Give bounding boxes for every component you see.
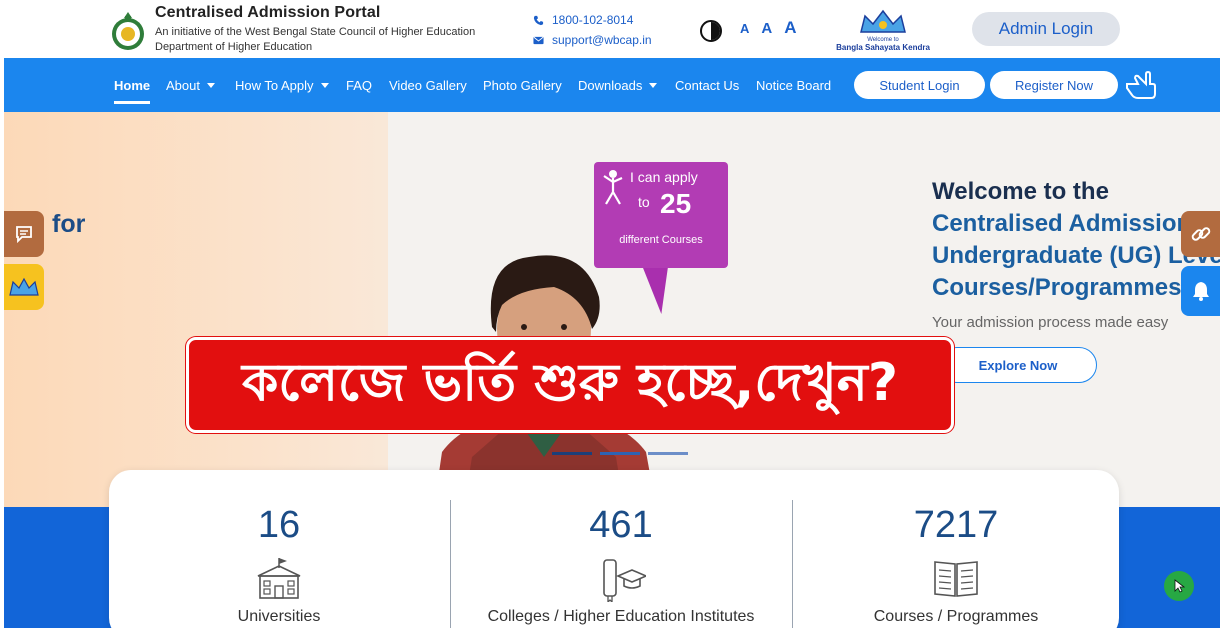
nav-notice-board[interactable]: Notice Board xyxy=(756,58,831,112)
graduate-figure-icon xyxy=(603,170,623,205)
phone-number: 1800-102-8014 xyxy=(552,13,634,27)
promo-badge: I can apply to 25 different Courses xyxy=(594,162,728,268)
stat-label: Colleges / Higher Education Institutes xyxy=(487,608,755,625)
badge-number: 25 xyxy=(660,188,692,219)
font-increase-button[interactable]: A xyxy=(784,18,796,38)
open-book-icon xyxy=(934,561,978,597)
explore-now-button[interactable]: Explore Now xyxy=(939,347,1097,383)
link-side-button[interactable] xyxy=(1181,211,1220,257)
nav-contact-us-label: Contact Us xyxy=(675,77,740,93)
carousel-indicators xyxy=(552,452,692,455)
nav-contact-us[interactable]: Contact Us xyxy=(675,58,739,112)
stat-value: 16 xyxy=(257,504,301,546)
nav-video-gallery-label: Video Gallery xyxy=(389,77,467,93)
nav-home-label: Home xyxy=(114,77,151,93)
register-now-button[interactable]: Register Now xyxy=(990,71,1118,99)
stat-value: 461 xyxy=(589,504,653,546)
stats-card: 16 Universities 461 Colleges / Higher Ed… xyxy=(109,470,1119,628)
carousel-dot[interactable] xyxy=(648,452,688,455)
nav-video-gallery[interactable]: Video Gallery xyxy=(389,58,467,112)
chevron-down-icon xyxy=(649,82,658,88)
phone-row[interactable]: 1800-102-8014 xyxy=(533,10,652,30)
cursor-arrow-icon xyxy=(1174,579,1185,593)
nav-photo-gallery-label: Photo Gallery xyxy=(483,77,562,93)
stat-label: Universities xyxy=(237,608,321,625)
portal-branding[interactable]: Centralised Admission Portal An initiati… xyxy=(155,4,475,53)
carousel-dot-active[interactable] xyxy=(600,452,640,455)
welcome-heading: Welcome to the Centralised Admission Und… xyxy=(932,178,1220,331)
stat-colleges: 461 Colleges / Higher Education Institut… xyxy=(451,470,791,628)
badge-line-2: to xyxy=(638,194,650,210)
university-building-icon xyxy=(257,558,301,599)
bsk-side-button[interactable] xyxy=(4,264,44,310)
badge-line-1: I can apply xyxy=(630,169,698,185)
hero-tagline: Your admission process made easy xyxy=(932,314,1169,331)
nav-how-to-apply-label: How To Apply xyxy=(235,77,314,93)
stat-courses: 7217 Courses / Programmes xyxy=(793,470,1119,628)
welcome-line-3: Undergraduate (UG) Level xyxy=(932,242,1220,269)
nav-home[interactable]: Home xyxy=(114,58,151,112)
nav-how-to-apply[interactable]: How To Apply xyxy=(235,58,329,112)
admission-banner: কলেজে ভর্তি শুরু হচ্ছে,দেখুন? xyxy=(186,337,954,433)
font-normal-button[interactable]: A xyxy=(761,20,772,37)
accessibility-hand-icon[interactable] xyxy=(1124,70,1158,100)
nav-faq-label: FAQ xyxy=(346,77,373,93)
welcome-line-1: Welcome to the xyxy=(932,178,1109,205)
bangla-sahayata-kendra-logo[interactable]: Welcome to Bangla Sahayata Kendra xyxy=(828,8,938,52)
portal-title: Centralised Admission Portal xyxy=(155,4,381,21)
bsk-crown-icon xyxy=(9,277,39,296)
admin-login-button[interactable]: Admin Login xyxy=(972,12,1120,46)
hero-section: for I can apply to 25 different Courses … xyxy=(4,112,1220,507)
email-row[interactable]: support@wbcap.in xyxy=(533,30,652,50)
contrast-toggle-icon[interactable] xyxy=(700,20,722,42)
link-chain-icon xyxy=(1191,227,1211,241)
chat-icon xyxy=(16,226,32,244)
nav-notice-board-label: Notice Board xyxy=(756,77,832,93)
contact-info: 1800-102-8014 support@wbcap.in xyxy=(533,10,652,50)
main-navigation: Home About How To Apply FAQ Video Galler… xyxy=(4,58,1220,112)
hero-left-text: for xyxy=(52,210,86,238)
email-icon xyxy=(533,36,544,44)
diploma-graduation-cap-icon xyxy=(603,559,646,602)
top-header: Centralised Admission Portal An initiati… xyxy=(0,0,1220,58)
badge-line-3: different Courses xyxy=(619,234,703,246)
nav-downloads-label: Downloads xyxy=(578,77,643,93)
phone-icon xyxy=(533,15,544,25)
font-size-controls: A A A xyxy=(740,18,797,38)
hero-left-panel xyxy=(4,112,388,507)
bsk-name: Bangla Sahayata Kendra xyxy=(836,43,930,52)
portal-subtitle: An initiative of the West Bengal State C… xyxy=(155,26,476,38)
notification-side-button[interactable] xyxy=(1181,266,1220,316)
nav-downloads[interactable]: Downloads xyxy=(578,58,658,112)
nav-photo-gallery[interactable]: Photo Gallery xyxy=(483,58,562,112)
west-bengal-emblem-icon xyxy=(112,12,144,50)
bell-icon xyxy=(1193,282,1209,301)
stat-label: Courses / Programmes xyxy=(873,608,1039,625)
carousel-dot[interactable] xyxy=(552,452,592,455)
font-decrease-button[interactable]: A xyxy=(740,21,749,36)
stat-value: 7217 xyxy=(913,504,999,546)
welcome-line-2: Centralised Admission xyxy=(932,210,1192,237)
department-name: Department of Higher Education xyxy=(155,41,313,53)
chevron-down-icon xyxy=(320,82,329,88)
student-login-button[interactable]: Student Login xyxy=(854,71,985,99)
nav-faq[interactable]: FAQ xyxy=(346,58,372,112)
email-address: support@wbcap.in xyxy=(552,33,652,47)
stat-universities: 16 Universities xyxy=(109,470,449,628)
banner-text: কলেজে ভর্তি শুরু হচ্ছে,দেখুন? xyxy=(241,352,898,413)
welcome-line-4: Courses/Programmes xyxy=(932,274,1182,301)
chevron-down-icon xyxy=(206,82,215,88)
nav-about[interactable]: About xyxy=(166,58,215,112)
mouse-cursor-indicator xyxy=(1164,571,1194,601)
nav-about-label: About xyxy=(166,77,200,93)
bsk-crown-icon xyxy=(860,9,906,33)
chat-feedback-button[interactable] xyxy=(4,211,44,257)
